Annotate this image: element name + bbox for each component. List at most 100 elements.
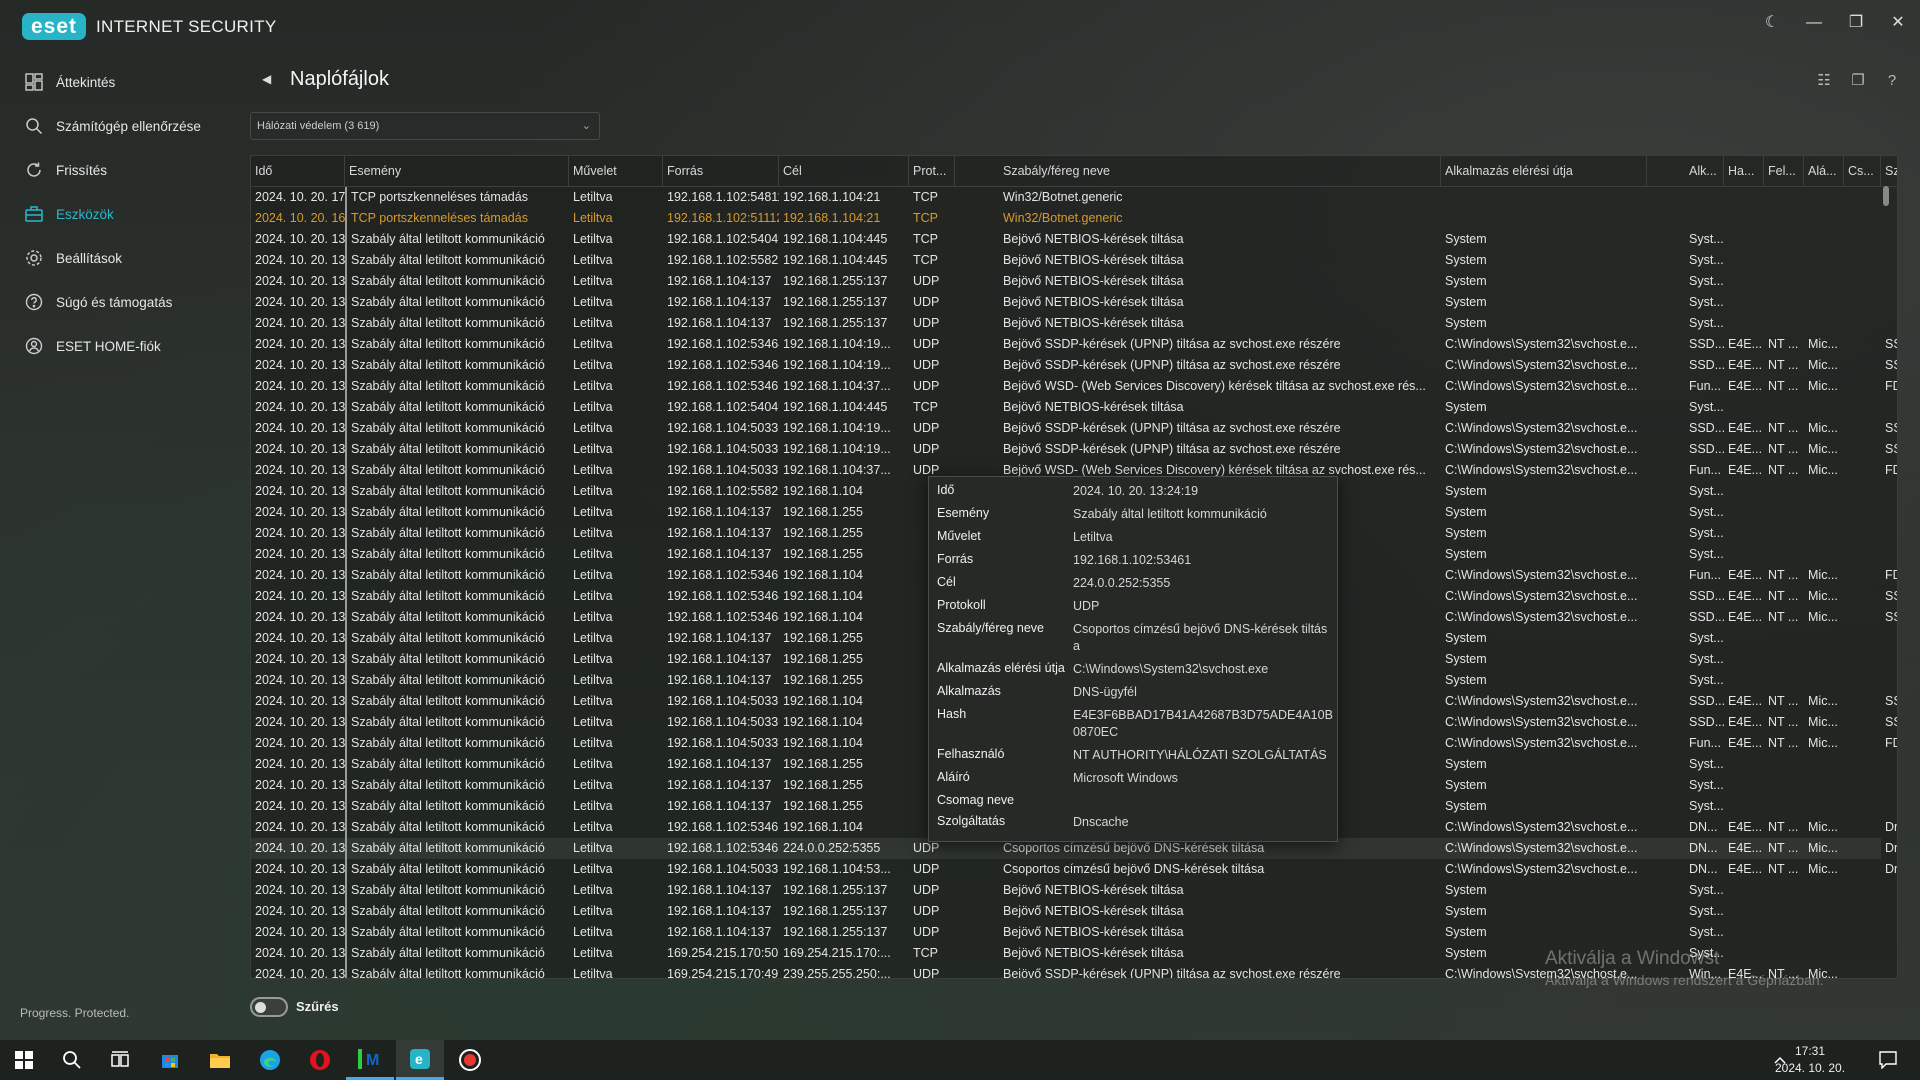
page-title: Naplófájlok [290, 68, 389, 90]
col-source-cell: 192.168.1.102:54049 [667, 232, 779, 246]
col-action-header[interactable]: Művelet [569, 156, 663, 187]
search-icon[interactable] [48, 1040, 96, 1080]
notification-icon[interactable] [1864, 1040, 1912, 1080]
table-row[interactable]: 2024. 10. 20. 13:24:21Szabály által leti… [251, 292, 1881, 313]
col-hash-header[interactable]: Ha... [1724, 156, 1764, 187]
col-source-header[interactable]: Forrás [663, 156, 779, 187]
col-event-header[interactable]: Esemény [345, 156, 569, 187]
col-event-cell: Szabály által letiltott kommunikáció [345, 313, 569, 334]
filter-toggle[interactable] [250, 997, 288, 1017]
table-row[interactable]: 2024. 10. 20. 13:24:19Szabály által leti… [251, 859, 1897, 880]
maximize-icon[interactable]: ❐ [1838, 8, 1874, 38]
col-target-header[interactable]: Cél [779, 156, 909, 187]
table-row[interactable]: 2024. 10. 20. 13:24:18Szabály által leti… [251, 901, 1881, 922]
log-type-dropdown[interactable]: Hálózati védelem (3 619) ⌄ [250, 112, 600, 140]
table-row[interactable]: 2024. 10. 20. 13:24:21Szabály által leti… [251, 418, 1897, 439]
col-action-cell: Letiltva [573, 526, 613, 540]
col-app-path-cell: System [1445, 883, 1487, 897]
mail-app-icon[interactable]: M [346, 1040, 394, 1080]
sidebar-item-help[interactable]: Súgó és támogatás [0, 282, 240, 322]
col-source-cell: 192.168.1.102:55822 [667, 253, 779, 267]
list-view-icon[interactable]: ☷ [1812, 70, 1836, 92]
sidebar-item-tools[interactable]: Eszközök [0, 194, 240, 234]
table-row[interactable]: 2024. 10. 20. 13:24:18Szabály által leti… [251, 922, 1881, 943]
edge-icon[interactable] [246, 1040, 294, 1080]
col-rule-cell: Bejövő NETBIOS-kérések tiltása [1003, 274, 1184, 288]
close-icon[interactable]: ✕ [1880, 8, 1916, 38]
table-row[interactable]: 2024. 10. 20. 16:42:09TCP portszkennelés… [251, 208, 1881, 229]
table-row[interactable]: 2024. 10. 20. 13:24:21Szabály által leti… [251, 397, 1881, 418]
table-row[interactable]: 2024. 10. 20. 13:24:21Szabály által leti… [251, 355, 1897, 376]
back-icon[interactable]: ◀ [262, 72, 278, 88]
col-user-cell: NT ... [1768, 610, 1799, 624]
col-source-cell: 192.168.1.104:50336 [667, 442, 779, 456]
col-source-cell: 192.168.1.102:54811 [667, 190, 779, 204]
file-explorer-icon[interactable] [196, 1040, 244, 1080]
sidebar-item-account[interactable]: ESET HOME-fiók [0, 326, 240, 366]
sidebar-item-scan[interactable]: Számítógép ellenőrzése [0, 106, 240, 146]
col-signer-cell: Mic... [1808, 694, 1838, 708]
table-row[interactable]: 2024. 10. 20. 13:24:21Szabály által leti… [251, 439, 1897, 460]
table-row[interactable]: 2024. 10. 20. 13:24:21Szabály által leti… [251, 334, 1897, 355]
col-app-header[interactable]: Alk... [1685, 156, 1724, 187]
clock-date[interactable]: 2024. 10. 20. [1770, 1061, 1850, 1075]
filter-label: Szűrés [296, 999, 339, 1014]
col-action-cell: Letiltva [573, 232, 613, 246]
col-user-cell [1764, 880, 1804, 901]
col-app-path-header[interactable]: Alkalmazás elérési útja [1441, 156, 1647, 187]
col-package-cell [1844, 313, 1881, 334]
windows-start-icon[interactable] [0, 1040, 48, 1080]
col-user-header[interactable]: Fel... [1764, 156, 1804, 187]
store-icon[interactable] [146, 1040, 194, 1080]
col-time-header[interactable]: Idő [251, 156, 345, 187]
help-icon [24, 292, 44, 312]
minimize-icon[interactable]: — [1796, 8, 1832, 38]
sidebar-item-update[interactable]: Frissítés [0, 150, 240, 190]
col-user-cell [1764, 397, 1804, 418]
tooltip-value: 192.168.1.102:53461 [1073, 553, 1192, 567]
table-row[interactable]: 2024. 10. 20. 13:24:18Szabály által leti… [251, 880, 1881, 901]
col-rule-header[interactable]: Szabály/féreg neve [999, 156, 1441, 187]
sidebar-item-overview[interactable]: Áttekintés [0, 62, 240, 102]
col-protocol-header[interactable]: Prot... [909, 156, 955, 187]
col-signer-cell: Mic... [1808, 820, 1838, 834]
clock-time[interactable]: 17:31 [1770, 1044, 1850, 1058]
col-service-header[interactable]: Sz... [1881, 156, 1897, 187]
col-protocol-cell: TCP [913, 253, 938, 267]
theme-icon[interactable]: ☾ [1754, 8, 1790, 38]
table-row[interactable]: 2024. 10. 20. 13:24:21Szabály által leti… [251, 313, 1881, 334]
col-event-cell: Szabály által letiltott kommunikáció [345, 775, 569, 796]
col-package-cell [1844, 208, 1881, 229]
scrollbar[interactable] [1883, 186, 1889, 206]
col-event-cell: Szabály által letiltott kommunikáció [345, 901, 569, 922]
col-time-cell: 2024. 10. 20. 13:24:19 [255, 631, 345, 645]
col-service-cell [1881, 943, 1897, 964]
table-row[interactable]: 2024. 10. 20. 13:24:21Szabály által leti… [251, 271, 1881, 292]
table-row[interactable]: 2024. 10. 20. 13:24:22Szabály által leti… [251, 229, 1881, 250]
table-row[interactable]: 2024. 10. 20. 13:24:21Szabály által leti… [251, 376, 1897, 397]
table-row[interactable]: 2024. 10. 20. 17:10:19TCP portszkennelés… [251, 187, 1881, 208]
col-source-cell: 192.168.1.102:53461 [667, 841, 779, 855]
table-row[interactable]: 2024. 10. 20. 13:24:22Szabály által leti… [251, 250, 1881, 271]
eset-app-icon[interactable]: e [396, 1040, 444, 1080]
col-target-cell: 192.168.1.255 [783, 547, 863, 561]
col-event-cell: Szabály által letiltott kommunikáció [345, 481, 569, 502]
col-event-cell: Szabály által letiltott kommunikáció [345, 586, 569, 607]
sidebar-item-settings[interactable]: Beállítások [0, 238, 240, 278]
col-user-cell [1764, 775, 1804, 796]
sidebar-item-label: ESET HOME-fiók [56, 338, 161, 354]
col-time-cell: 2024. 10. 20. 13:24:20 [255, 526, 345, 540]
col-app-path-cell: System [1445, 295, 1487, 309]
col-signer-header[interactable]: Alá... [1804, 156, 1844, 187]
help-icon[interactable]: ? [1880, 70, 1904, 92]
opera-icon[interactable] [296, 1040, 344, 1080]
col-app-cell: SSD... [1689, 358, 1724, 372]
col-time-cell: 2024. 10. 20. 13:24:19 [255, 694, 345, 708]
copy-icon[interactable]: ❐ [1846, 70, 1870, 92]
task-view-icon[interactable] [96, 1040, 144, 1080]
col-target-cell: 192.168.1.104 [783, 568, 863, 582]
col-user-cell: NT ... [1768, 379, 1799, 393]
recorder-icon[interactable] [446, 1040, 494, 1080]
col-event-cell: Szabály által letiltott kommunikáció [345, 397, 569, 418]
col-package-header[interactable]: Cs... [1844, 156, 1881, 187]
